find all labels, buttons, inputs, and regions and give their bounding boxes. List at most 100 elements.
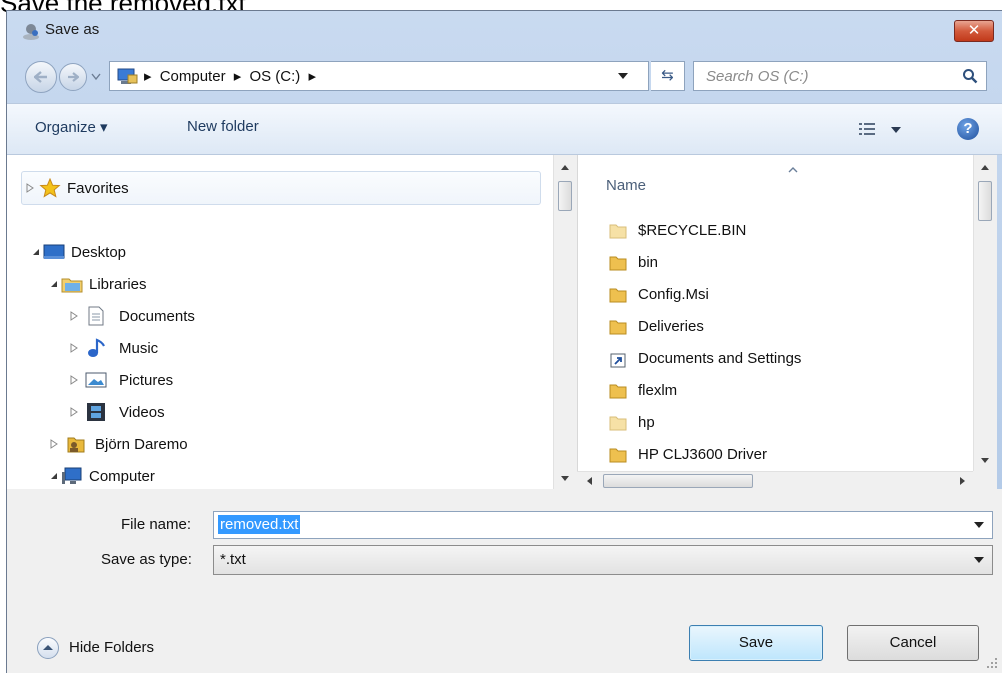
scrollbar-thumb[interactable]: [558, 181, 572, 211]
file-name-value[interactable]: removed.txt: [218, 515, 301, 534]
file-name-label: File name:: [121, 516, 192, 533]
tree-item-label: Computer: [89, 468, 155, 485]
save-as-type-select[interactable]: *.txt: [213, 545, 993, 575]
command-toolbar: Organize ▾ New folder ?: [7, 103, 1002, 155]
scroll-up-icon[interactable]: [560, 163, 570, 171]
expand-arrow-icon[interactable]: [25, 183, 35, 193]
folder-icon: [609, 384, 627, 399]
breadcrumb-computer[interactable]: Computer: [160, 68, 226, 85]
chevron-up-icon: [37, 637, 59, 659]
expand-arrow-icon[interactable]: [69, 343, 79, 353]
file-name: $RECYCLE.BIN: [638, 222, 747, 239]
folder-icon: [609, 448, 627, 463]
help-icon[interactable]: ?: [957, 118, 979, 140]
videos-icon: [87, 403, 105, 421]
address-dropdown-icon[interactable]: [618, 72, 628, 80]
save-as-type-label: Save as type:: [101, 551, 192, 568]
computer-icon: [62, 467, 82, 484]
folder-icon: [609, 288, 627, 303]
expand-arrow-icon[interactable]: [69, 311, 79, 321]
title-bar: Save as ✕: [7, 11, 1002, 51]
file-name: hp: [638, 414, 655, 431]
search-input[interactable]: Search OS (C:): [693, 61, 987, 91]
collapse-arrow-icon[interactable]: [49, 279, 59, 289]
file-name: Config.Msi: [638, 286, 709, 303]
tree-item-label: Documents: [119, 308, 195, 325]
dialog-title: Save as: [45, 21, 100, 38]
navigation-pane[interactable]: Favorites Desktop Libraries Documents Mu…: [7, 155, 553, 489]
music-icon: [88, 338, 105, 357]
recent-pages-dropdown-icon[interactable]: [91, 73, 101, 81]
scroll-up-icon[interactable]: [980, 163, 990, 171]
file-list-horizontal-scrollbar[interactable]: [577, 471, 973, 489]
tree-item-label: Libraries: [89, 276, 147, 293]
close-button[interactable]: ✕: [954, 20, 994, 42]
star-icon: [39, 178, 61, 198]
app-icon: [21, 22, 41, 40]
libraries-icon: [61, 278, 83, 293]
file-name: flexlm: [638, 382, 678, 399]
collapse-arrow-icon[interactable]: [49, 471, 59, 481]
expand-arrow-icon[interactable]: [49, 439, 59, 449]
cancel-button[interactable]: Cancel: [847, 625, 979, 661]
scroll-down-icon[interactable]: [560, 475, 570, 483]
breadcrumb-separator-icon[interactable]: ▸: [144, 68, 152, 85]
scrollbar-corner: [973, 471, 997, 489]
scrollbar-thumb[interactable]: [978, 181, 992, 221]
search-icon[interactable]: [962, 68, 978, 84]
resize-grip-icon[interactable]: [986, 657, 998, 669]
tree-item-label: Desktop: [71, 244, 127, 261]
computer-location-icon: [117, 68, 138, 84]
scrollbar-thumb[interactable]: [603, 474, 753, 488]
breadcrumb-separator-icon[interactable]: ▸: [308, 68, 316, 85]
refresh-icon: ⇆: [661, 67, 674, 84]
new-folder-button[interactable]: New folder: [187, 118, 259, 135]
save-as-type-value: *.txt: [220, 551, 246, 568]
scroll-right-icon[interactable]: [959, 476, 967, 486]
refresh-button[interactable]: ⇆: [651, 61, 685, 91]
dialog-footer: File name: removed.txt Save as type: *.t…: [7, 489, 1002, 673]
organize-button[interactable]: Organize ▾: [35, 118, 108, 136]
column-header-name[interactable]: Name: [606, 177, 646, 194]
collapse-arrow-icon[interactable]: [31, 247, 41, 257]
arrow-right-icon: [68, 72, 79, 82]
file-list-vertical-scrollbar[interactable]: [973, 155, 997, 471]
chevron-down-icon[interactable]: [974, 521, 984, 529]
scroll-down-icon[interactable]: [980, 457, 990, 465]
file-name-field[interactable]: removed.txt: [213, 511, 993, 539]
tree-item-label: Favorites: [67, 180, 129, 197]
tree-item-label: Music: [119, 340, 159, 357]
breadcrumb-separator-icon[interactable]: ▸: [234, 68, 242, 85]
tree-item-label: Björn Daremo: [95, 436, 188, 453]
search-placeholder: Search OS (C:): [706, 68, 809, 85]
file-name: bin: [638, 254, 659, 271]
close-icon: ✕: [967, 22, 981, 39]
file-list[interactable]: Name $RECYCLE.BIN bin Config.Msi Deliver…: [577, 155, 973, 471]
save-button[interactable]: Save: [689, 625, 823, 661]
forward-button[interactable]: [59, 63, 87, 91]
navigation-pane-scrollbar[interactable]: [553, 155, 577, 489]
expand-arrow-icon[interactable]: [69, 407, 79, 417]
shortcut-icon: [610, 353, 626, 368]
expand-arrow-icon[interactable]: [69, 375, 79, 385]
address-bar[interactable]: ▸ Computer ▸ OS (C:) ▸: [109, 61, 649, 91]
documents-icon: [88, 306, 104, 326]
arrow-left-icon: [34, 71, 47, 83]
view-dropdown-icon[interactable]: [891, 126, 901, 134]
file-name: Documents and Settings: [638, 350, 802, 367]
hide-folders-label: Hide Folders: [69, 639, 155, 656]
user-folder-icon: [67, 437, 85, 453]
folder-icon: [609, 320, 627, 335]
pictures-icon: [85, 372, 107, 388]
folder-icon: [609, 256, 627, 271]
desktop-icon: [43, 244, 65, 259]
view-options-icon[interactable]: [859, 122, 875, 136]
breadcrumb: ▸ Computer ▸ OS (C:) ▸: [144, 67, 320, 85]
file-name: Deliveries: [638, 318, 704, 335]
folder-faded-icon: [609, 224, 627, 239]
back-button[interactable]: [25, 61, 57, 93]
scroll-left-icon[interactable]: [585, 476, 593, 486]
chevron-down-icon[interactable]: [974, 556, 984, 564]
tree-item-label: Videos: [119, 404, 165, 421]
breadcrumb-os-c[interactable]: OS (C:): [249, 68, 300, 85]
